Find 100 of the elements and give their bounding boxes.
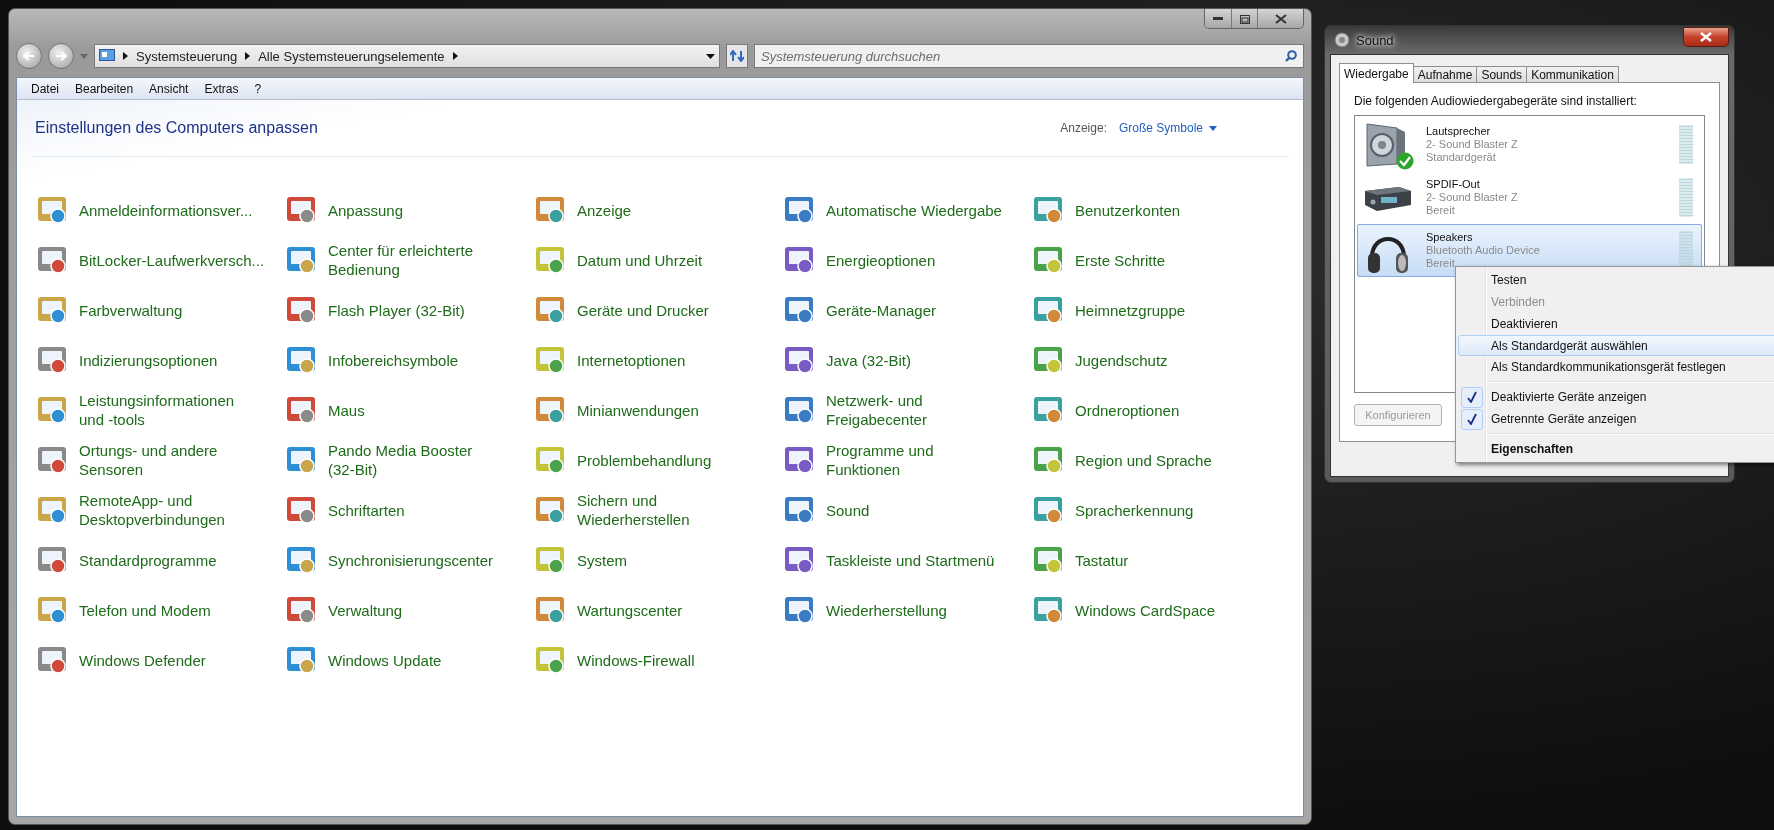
control-panel-link[interactable]: Ortungs- und andere Sensoren [79,441,218,479]
control-panel-link[interactable]: Spracherkennung [1075,500,1194,520]
breadcrumb-arrow-icon[interactable] [123,52,128,60]
device-status: Standardgerät [1426,151,1497,164]
control-panel-link[interactable]: Wiederherstellung [826,600,947,620]
control-panel-link[interactable]: Synchronisierungscenter [328,550,494,570]
level-meter-icon [1679,177,1693,218]
control-panel-link[interactable]: Region und Sprache [1075,450,1212,470]
menu-item[interactable]: Deaktivieren [1458,312,1774,335]
menu-item[interactable]: Als Standardgerät auswählen [1458,334,1774,357]
control-panel-link[interactable]: Infobereichsymbole [328,350,459,370]
control-panel-link[interactable]: Indizierungsoptionen [79,350,218,370]
control-panel-link[interactable]: Windows CardSpace [1075,600,1216,620]
control-panel-link[interactable]: Standardprogramme [79,550,217,570]
minimize-button[interactable] [1205,9,1231,28]
control-panel-link[interactable]: Geräte-Manager [826,300,937,320]
tab[interactable]: Kommunikation [1526,66,1619,83]
menu-item[interactable]: Getrennte Geräte anzeigen [1458,408,1774,431]
device-name: Lautsprecher [1426,125,1492,138]
control-panel-link[interactable]: Programme und Funktionen [826,441,934,479]
device-name: Speakers [1426,231,1474,244]
breadcrumb[interactable]: Systemsteuerung [136,48,238,64]
control-panel-link[interactable]: Sichern und Wiederherstellen [577,491,690,529]
control-panel-link[interactable]: Center für erleichterte Bedienung [328,241,474,279]
tab[interactable]: Sounds [1476,66,1528,83]
control-panel-link[interactable]: Schriftarten [328,500,405,520]
control-panel-link[interactable]: Minianwendungen [577,400,699,420]
device-name: SPDIF-Out [1426,178,1481,191]
close-button[interactable] [1257,9,1303,28]
control-panel-link[interactable]: Windows-Firewall [577,650,695,670]
forward-button[interactable] [48,43,74,69]
control-panel-link[interactable]: Problembehandlung [577,450,712,470]
search-icon[interactable] [1285,50,1297,62]
control-panel-link[interactable]: Windows Defender [79,650,206,670]
control-panel-link[interactable]: Benutzerkonten [1075,200,1181,220]
control-panel-link[interactable]: Java (32-Bit) [826,350,912,370]
menu-item[interactable]: Bearbeiten [67,81,142,96]
control-panel-link[interactable]: System [577,550,627,570]
control-panel-link[interactable]: Leistungsinformationen und -tools [79,391,235,429]
refresh-button[interactable] [726,44,748,68]
control-panel-link[interactable]: Verwaltung [328,600,403,620]
menu-item[interactable]: Ansicht [141,81,197,96]
menu-item[interactable]: Als Standardkommunikationsgerät festlegen [1458,356,1774,379]
search-field[interactable]: Systemsteuerung durchsuchen [754,44,1304,68]
control-panel-link[interactable]: Telefon und Modem [79,600,211,620]
control-panel-link[interactable]: Taskleiste und Startmenü [826,550,995,570]
tab[interactable]: Wiedergabe [1339,63,1414,83]
maximize-button[interactable] [1231,9,1257,28]
control-panel-link[interactable]: Ordneroptionen [1075,400,1180,420]
device-detail: 2- Sound Blaster Z [1426,191,1519,204]
breadcrumb-arrow-icon[interactable] [452,52,458,60]
minimize-icon [1213,17,1223,21]
control-panel-link[interactable]: Jugendschutz [1075,350,1168,370]
control-panel-link[interactable]: Windows Update [328,650,442,670]
back-button[interactable] [16,43,42,69]
page-heading: Einstellungen des Computers anpassen [35,119,318,137]
menu-item[interactable]: Deaktivierte Geräte anzeigen [1458,386,1774,409]
control-panel-link[interactable]: Energieoptionen [826,250,936,270]
control-panel-link[interactable]: Anzeige [577,200,632,220]
control-panel-link[interactable]: Farbverwaltung [79,300,183,320]
close-icon [1700,32,1712,42]
control-panel-link[interactable]: Internetoptionen [577,350,686,370]
control-panel-link[interactable]: Wartungscenter [577,600,683,620]
address-bar[interactable]: Systemsteuerung Alle Systemsteuerungselemente [94,44,720,68]
control-panel-link[interactable]: Automatische Wiedergabe [826,200,1002,220]
device-row[interactable]: Lautsprecher 2- Sound Blaster Z Standardgerät [1357,118,1702,171]
menu-item[interactable]: Extras [196,81,247,96]
speaker-icon [1334,32,1350,48]
control-panel-link[interactable]: Geräte und Drucker [577,300,709,320]
control-panel-link[interactable]: Flash Player (32-Bit) [328,300,465,320]
control-panel-link[interactable]: Sound [826,500,870,520]
control-panel-link[interactable]: BitLocker-Laufwerkversch... [79,250,265,270]
control-panel-link[interactable]: Tastatur [1075,550,1129,570]
control-panel-link[interactable]: Anmeldeinformationsver... [79,200,253,220]
checkmark-icon [1467,391,1477,404]
close-button[interactable] [1683,27,1729,47]
tab[interactable]: Aufnahme [1412,66,1478,83]
breadcrumb-arrow-icon[interactable] [245,52,251,60]
control-panel-icon [99,49,115,63]
intro-text: Die folgenden Audiowiedergabegeräte sind installiert: [1354,94,1638,108]
control-panel-link[interactable]: Pando Media Booster (32-Bit) [328,441,473,479]
menu-item[interactable]: ? [246,81,270,96]
dropdown-arrow-icon[interactable] [706,53,715,59]
maximize-icon [1239,14,1250,24]
breadcrumb[interactable]: Alle Systemsteuerungselemente [258,48,445,64]
menu-item[interactable]: Eigenschaften [1458,438,1774,461]
control-panel-link[interactable]: Erste Schritte [1075,250,1166,270]
control-panel-link[interactable]: Maus [328,400,365,420]
view-dropdown[interactable]: Große Symbole [1118,121,1217,135]
device-detail: Bluetooth Audio Device [1426,244,1541,257]
control-panel-link[interactable]: Netzwerk- und Freigabecenter [826,391,927,429]
back-arrow-icon [23,51,35,61]
menu-item[interactable]: Datei [23,81,67,96]
device-row[interactable]: SPDIF-Out 2- Sound Blaster Z Bereit [1357,171,1702,224]
level-meter-icon [1679,124,1693,165]
control-panel-link[interactable]: Datum und Uhrzeit [577,250,703,270]
device-detail: 2- Sound Blaster Z [1426,138,1519,151]
control-panel-link[interactable]: RemoteApp- und Desktopverbindungen [79,491,225,529]
control-panel-link[interactable]: Heimnetzgruppe [1075,300,1186,320]
control-panel-link[interactable]: Anpassung [328,200,404,220]
